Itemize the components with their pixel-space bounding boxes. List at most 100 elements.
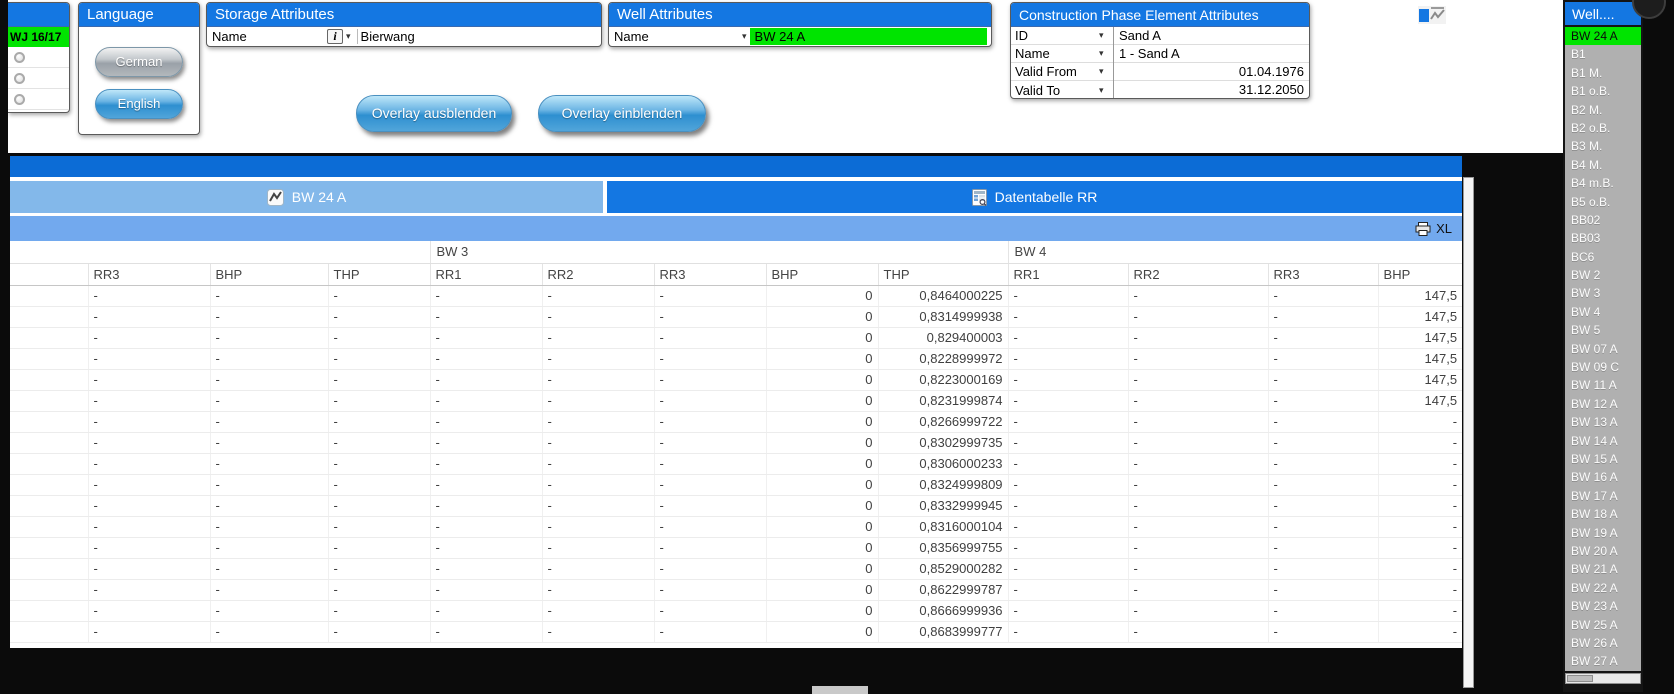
table-cell: 0 (765, 432, 878, 454)
table-cell: - (1267, 474, 1379, 496)
well-list-item[interactable]: BW 27 A (1565, 652, 1641, 671)
well-list-item[interactable]: B5 o.B. (1565, 192, 1641, 211)
well-list-item[interactable]: BB02 (1565, 210, 1641, 230)
storage-name-value[interactable]: Bierwang (361, 29, 415, 44)
radio-button[interactable] (14, 72, 25, 84)
construction-row-label: Name (1015, 46, 1050, 61)
table-cell: 0,8316000104 (877, 516, 1009, 538)
table-row: - - - - - -0 0,8529000282- - - - (10, 558, 1462, 580)
table-cell: - (653, 411, 766, 433)
line-chart-icon (266, 188, 284, 206)
well-list-item[interactable]: B4 m.B. (1565, 174, 1641, 193)
overlay-show-button[interactable]: Overlay einblenden (538, 95, 706, 132)
chevron-down-icon[interactable]: ▾ (1099, 85, 1113, 96)
table-cell: - (653, 621, 766, 643)
well-list-item[interactable]: BW 25 A (1565, 615, 1641, 634)
table-cell: - (1377, 411, 1462, 433)
table-cell: - (541, 495, 654, 517)
table-cell: - (1267, 432, 1379, 454)
storage-attributes-panel: Storage Attributes Name i ▾ Bierwang (206, 2, 602, 47)
well-list-item[interactable]: B1 o.B. (1565, 82, 1641, 101)
printer-icon[interactable] (1415, 221, 1431, 236)
well-list-item[interactable]: BW 17 A (1565, 486, 1641, 506)
construction-row-value[interactable]: 31.12.2050 (1113, 81, 1309, 98)
radio-button[interactable] (14, 93, 25, 105)
group-header-cell (10, 241, 430, 264)
well-list-item[interactable]: B3 M. (1565, 137, 1641, 156)
well-list-item[interactable]: B2 o.B. (1565, 118, 1641, 138)
storage-name-label: Name (212, 29, 247, 44)
well-list-item[interactable]: BW 20 A (1565, 541, 1641, 561)
well-list-item[interactable]: BW 23 A (1565, 597, 1641, 616)
well-list-item[interactable]: B4 M. (1565, 155, 1641, 175)
tab-datentabelle-rr[interactable]: Datentabelle RR (607, 181, 1462, 213)
well-list-item[interactable]: BW 07 A (1565, 339, 1641, 359)
well-list-item[interactable]: BW 2 (1565, 266, 1641, 285)
column-header-cell: RR3 (653, 263, 766, 286)
well-list-item[interactable]: BW 18 A (1565, 505, 1641, 524)
table-cell: - (1007, 537, 1129, 559)
well-list-item[interactable]: BW 19 A (1565, 523, 1641, 542)
well-name-value[interactable]: BW 24 A (749, 28, 987, 45)
construction-row-value[interactable]: 1 - Sand A (1113, 44, 1309, 63)
well-list-item[interactable]: BB03 (1565, 229, 1641, 248)
table-row: - - - - - -0 0,8356999755- - - - (10, 537, 1462, 559)
well-list-item[interactable]: BW 14 A (1565, 431, 1641, 450)
table-cell: - (1377, 516, 1462, 538)
well-list-item[interactable]: BW 09 C (1565, 358, 1641, 377)
table-cell: - (653, 369, 766, 391)
well-list-item[interactable]: BW 16 A (1565, 468, 1641, 487)
sidebar-scrollbar[interactable] (1565, 672, 1641, 684)
well-list-item[interactable]: BW 26 A (1565, 633, 1641, 653)
well-list-item[interactable]: BW 11 A (1565, 376, 1641, 395)
well-list-item[interactable]: BW 21 A (1565, 560, 1641, 579)
well-list-item[interactable]: BC6 (1565, 247, 1641, 267)
construction-row-value[interactable]: 01.04.1976 (1113, 62, 1309, 81)
table-cell (10, 411, 88, 433)
sidebar-scrollbar-thumb[interactable] (1567, 674, 1593, 682)
table-cell (10, 495, 88, 517)
table-cell: - (1127, 453, 1269, 475)
table-cell: - (1007, 390, 1129, 412)
table-cell: 0,8223000169 (877, 369, 1009, 391)
vertical-scrollbar[interactable] (1463, 177, 1474, 688)
well-list-item[interactable]: B1 (1565, 45, 1641, 64)
table-cell: - (1127, 432, 1269, 454)
well-list-item[interactable]: BW 24 A (1565, 27, 1641, 46)
well-list-item[interactable]: BW 3 (1565, 284, 1641, 303)
tab-bw24a[interactable]: BW 24 A (10, 181, 603, 213)
overlay-hide-button[interactable]: Overlay ausblenden (356, 95, 512, 132)
table-cell: - (87, 516, 210, 538)
well-list-item[interactable]: BW 5 (1565, 321, 1641, 340)
chevron-down-icon[interactable]: ▾ (1099, 66, 1113, 77)
horizontal-scrollbar-thumb[interactable] (812, 686, 868, 694)
table-cell: - (1127, 369, 1269, 391)
table-cell: - (541, 369, 654, 391)
table-cell: 147,5 (1377, 285, 1462, 307)
table-cell: 147,5 (1377, 306, 1462, 328)
well-list-item[interactable]: BW 22 A (1565, 578, 1641, 598)
well-list-item[interactable]: BW 13 A (1565, 413, 1641, 432)
chevron-down-icon[interactable]: ▾ (1099, 48, 1113, 59)
chevron-down-icon[interactable]: ▾ (739, 31, 750, 42)
well-list-item[interactable]: B1 M. (1565, 63, 1641, 83)
well-list-item[interactable]: BW 4 (1565, 302, 1641, 322)
table-cell: - (1127, 558, 1269, 580)
rr-data-table: BW 3 BW 4 RR3 BHP THP RR1 RR2 RR3 BHP THP RR1 RR2 RR… (10, 241, 1462, 643)
excel-export-button[interactable]: XL (1436, 221, 1452, 236)
well-list-item[interactable]: B2 M. (1565, 100, 1641, 119)
english-button[interactable]: English (95, 89, 183, 119)
chevron-down-icon[interactable]: ▾ (1099, 30, 1113, 41)
german-button[interactable]: German (95, 47, 183, 77)
well-list-item[interactable]: BW 15 A (1565, 449, 1641, 469)
well-attributes-panel: Well Attributes Name ▾ BW 24 A (608, 2, 992, 47)
chart-overlay-icon[interactable] (1418, 6, 1446, 24)
chevron-down-icon[interactable]: ▾ (343, 31, 354, 42)
table-cell (10, 558, 88, 580)
well-list-item[interactable]: BW 12 A (1565, 394, 1641, 414)
table-cell: 0 (765, 327, 878, 349)
construction-row-value[interactable]: Sand A (1113, 26, 1309, 45)
radio-button[interactable] (14, 51, 25, 63)
info-icon[interactable]: i (327, 29, 343, 44)
table-cell: 0 (765, 348, 878, 370)
